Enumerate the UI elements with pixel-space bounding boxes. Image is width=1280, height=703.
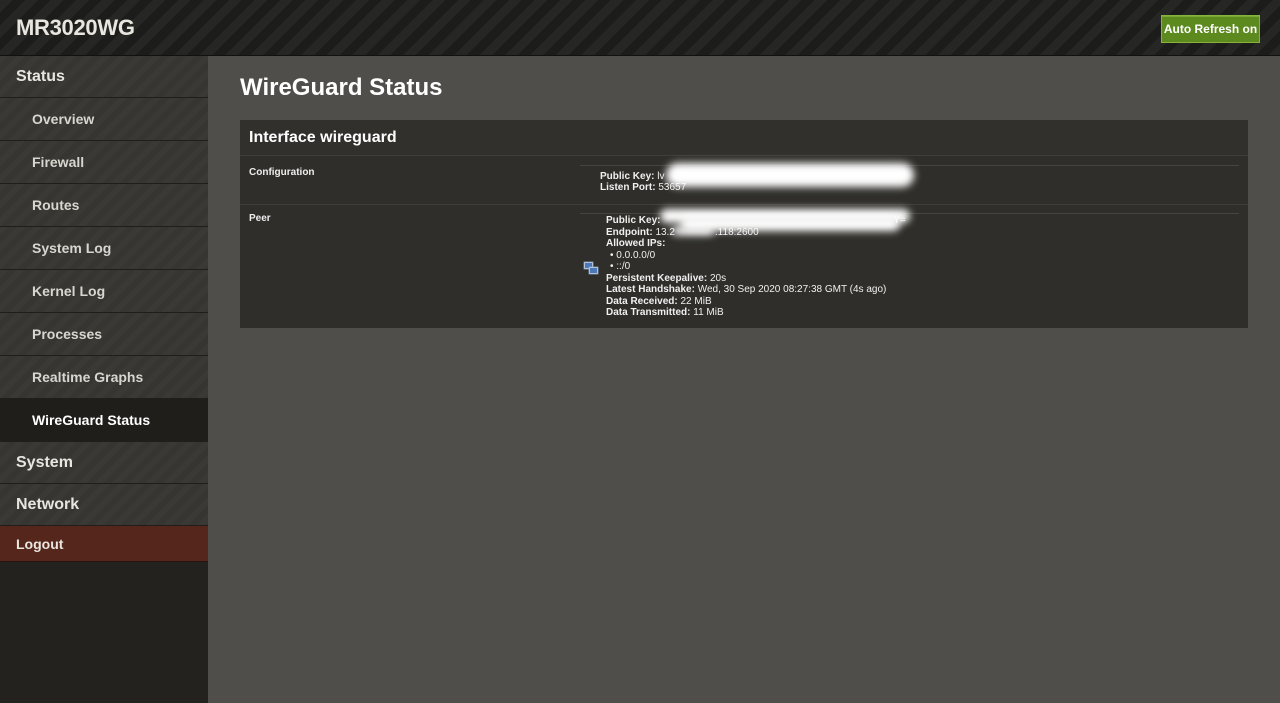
menu-item-realtime-graphs[interactable]: Realtime Graphs: [0, 356, 208, 399]
peer-computer-icon: [583, 261, 599, 275]
config-public-key-value: lv: [657, 171, 665, 182]
peer-keepalive-label: Persistent Keepalive:: [606, 272, 708, 284]
menu-network[interactable]: Network: [0, 484, 208, 526]
peer-keepalive: Persistent Keepalive: 20s: [606, 273, 726, 284]
peer-public-key-label: Public Key:: [606, 215, 661, 226]
peer-allowed-ips: Allowed IPs:: [606, 238, 665, 249]
allowed-ip-item: • 0.0.0.0/0: [610, 249, 656, 261]
panel-title: Interface wireguard: [240, 120, 1248, 156]
peer-data-transmitted: Data Transmitted: 11 MiB: [606, 307, 724, 318]
redaction-blur: [666, 163, 914, 187]
peer-transmitted-label: Data Transmitted:: [606, 307, 691, 318]
brand-title[interactable]: MR3020WG: [16, 15, 135, 41]
peer-allowed-ips-label: Allowed IPs:: [606, 238, 666, 249]
config-public-key-label: Public Key:: [600, 171, 655, 182]
configuration-row: Configuration Public Key: lv Listen Port…: [240, 157, 1248, 205]
redaction-blur: [672, 227, 714, 235]
auto-refresh-button[interactable]: Auto Refresh on: [1161, 15, 1260, 43]
peer-handshake-label: Latest Handshake:: [606, 284, 695, 295]
peer-latest-handshake: Latest Handshake: Wed, 30 Sep 2020 08:27…: [606, 284, 886, 295]
page-title: WireGuard Status: [240, 74, 443, 101]
config-listen-port-label: Listen Port:: [600, 182, 656, 193]
peer-endpoint-label: Endpoint:: [606, 226, 653, 238]
peer-data-received: Data Received: 22 MiB: [606, 296, 712, 307]
peer-received-label: Data Received:: [606, 295, 678, 307]
peer-row: Peer Public Key: Y= Endpoint: 13.2.118:2…: [240, 205, 1248, 328]
menu-item-firewall[interactable]: Firewall: [0, 141, 208, 184]
allowed-ip-value: 0.0.0.0/0: [616, 249, 656, 261]
configuration-label: Configuration: [249, 167, 315, 178]
peer-label: Peer: [249, 213, 271, 224]
menu-item-kernel-log[interactable]: Kernel Log: [0, 270, 208, 313]
logout-button[interactable]: Logout: [0, 526, 208, 562]
peer-handshake-value: Wed, 30 Sep 2020 08:27:38 GMT (4s ago): [697, 284, 887, 295]
peer-transmitted-value: 11 MiB: [693, 307, 724, 318]
menu-item-routes[interactable]: Routes: [0, 184, 208, 227]
menu-item-system-log[interactable]: System Log: [0, 227, 208, 270]
config-public-key: Public Key: lv: [600, 171, 664, 182]
sidebar: Status Overview Firewall Routes System L…: [0, 56, 208, 703]
peer-keepalive-value: 20s: [709, 272, 727, 284]
peer-received-value: 22 MiB: [680, 295, 712, 307]
menu-status[interactable]: Status: [0, 56, 208, 98]
menu-item-processes[interactable]: Processes: [0, 313, 208, 356]
allowed-ip-value: ::/0: [616, 261, 631, 272]
header-bar: MR3020WG Auto Refresh on: [0, 0, 1280, 56]
allowed-ip-item: • ::/0: [610, 261, 631, 272]
menu-system[interactable]: System: [0, 442, 208, 484]
main-content: WireGuard Status Interface wireguard Con…: [208, 56, 1280, 703]
menu-item-overview[interactable]: Overview: [0, 98, 208, 141]
interface-panel: Interface wireguard Configuration Public…: [240, 120, 1248, 328]
menu-item-wireguard-status[interactable]: WireGuard Status: [0, 399, 208, 442]
